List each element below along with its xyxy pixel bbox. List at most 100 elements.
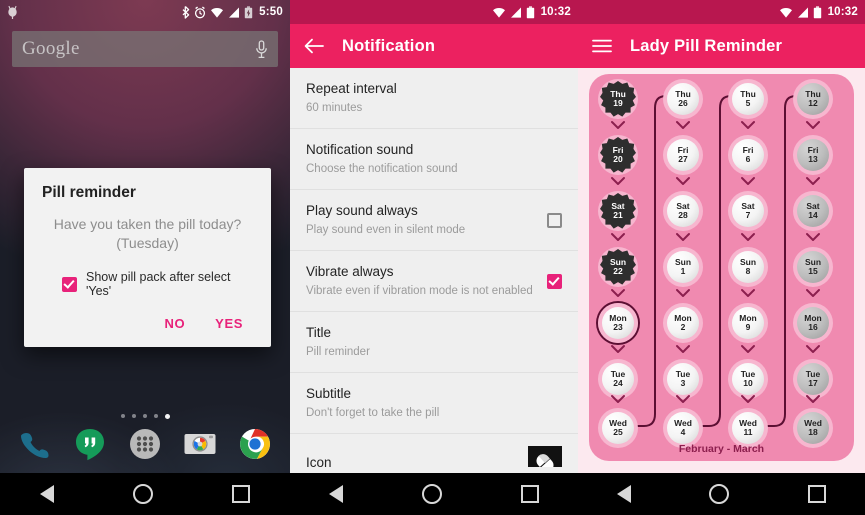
three-phone-screenshot-strip: 5:50 Google Pill reminder Have you taken…	[0, 0, 865, 515]
camera-icon[interactable]	[182, 426, 218, 462]
pill-label: Tue 17	[805, 368, 821, 388]
row-subtitle: Don't forget to take the pill	[306, 407, 440, 419]
back-icon[interactable]	[329, 485, 344, 503]
pill-label: Mon 2	[674, 312, 692, 332]
home-icon[interactable]	[709, 484, 730, 504]
pill-label: Thu 19	[610, 88, 626, 108]
bluetooth-icon	[182, 5, 190, 19]
home-page-indicator	[0, 414, 290, 419]
pill-label: Tue 10	[740, 368, 756, 388]
row-title: Notification sound	[306, 142, 414, 157]
pill-label: Thu 12	[805, 88, 821, 108]
recents-icon[interactable]	[520, 485, 539, 503]
pill-label: Fri 6	[742, 144, 754, 164]
row-title: Vibrate always	[306, 264, 394, 279]
play-sound-always-checkbox[interactable]	[547, 212, 562, 228]
back-icon[interactable]	[39, 485, 54, 503]
notification-app-icon	[8, 5, 17, 19]
back-arrow-icon[interactable]	[304, 38, 324, 54]
hangouts-icon[interactable]	[72, 426, 108, 462]
pill-label: Sat 7	[741, 200, 755, 220]
settings-row-notification-sound[interactable]: Notification sound Choose the notificati…	[290, 129, 578, 190]
pill-grid: Thu 19 Fri 20 Sat 21 Sun 22 Mon 23 Tue 2…	[589, 74, 854, 461]
dialog-no-button[interactable]: NO	[164, 316, 185, 331]
microphone-icon[interactable]	[255, 39, 268, 59]
dialog-yes-button[interactable]: YES	[215, 316, 243, 331]
battery-icon	[526, 5, 534, 18]
battery-charging-icon	[244, 5, 253, 18]
pill-label: Sat 28	[676, 200, 690, 220]
back-icon[interactable]	[617, 485, 632, 503]
pill-label: Mon 16	[804, 312, 822, 332]
notification-icon-preview[interactable]	[528, 446, 562, 467]
pill-pack-card: Thu 19 Fri 20 Sat 21 Sun 22 Mon 23 Tue 2…	[589, 74, 854, 461]
home-icon[interactable]	[421, 484, 442, 504]
pill-label: Sun 15	[804, 256, 822, 276]
pack-month-caption: February - March	[678, 443, 765, 455]
settings-row-subtitle[interactable]: Subtitle Don't forget to take the pill	[290, 373, 578, 434]
row-title: Title	[306, 325, 332, 340]
row-subtitle: Play sound even in silent mode	[306, 224, 466, 236]
page-dot[interactable]	[142, 414, 147, 418]
dialog-title: Pill reminder	[42, 184, 136, 201]
status-bar-home: 5:50	[0, 0, 290, 24]
dialog-actions: NO YES	[42, 302, 253, 339]
page-dot[interactable]	[153, 414, 158, 418]
pill-label: Tue 24	[610, 368, 626, 388]
pill-label: Wed 11	[739, 417, 757, 437]
row-subtitle: Pill reminder	[306, 346, 370, 358]
phone-screen-home: 5:50 Google Pill reminder Have you taken…	[0, 0, 290, 515]
page-dot-active[interactable]	[164, 414, 170, 419]
status-bar-clock: 10:32	[827, 6, 858, 18]
vibrate-always-checkbox[interactable]	[547, 273, 562, 289]
pill-label: Sun 1	[674, 256, 692, 276]
settings-row-icon[interactable]: Icon	[290, 434, 578, 467]
pill-label: Sat 21	[611, 200, 625, 220]
alarm-icon	[195, 5, 206, 18]
recents-icon[interactable]	[807, 485, 826, 503]
pill-label: Mon 9	[739, 312, 757, 332]
settings-row-vibrate-always[interactable]: Vibrate always Vibrate even if vibration…	[290, 251, 578, 312]
recents-icon[interactable]	[232, 485, 251, 503]
pill-reminder-dialog: Pill reminder Have you taken the pill to…	[24, 168, 271, 347]
status-bar-clock: 10:32	[540, 6, 571, 18]
pill-label: Wed 4	[674, 417, 692, 437]
hamburger-menu-icon[interactable]	[592, 39, 612, 53]
settings-row-play-sound-always[interactable]: Play sound always Play sound even in sil…	[290, 190, 578, 251]
status-bar-clock: 5:50	[259, 6, 283, 18]
settings-row-repeat-interval[interactable]: Repeat interval 60 minutes	[290, 68, 578, 129]
wifi-icon	[779, 7, 792, 18]
row-subtitle: 60 minutes	[306, 102, 363, 114]
row-title: Subtitle	[306, 386, 352, 401]
search-widget-text: Google	[22, 38, 80, 59]
page-dot[interactable]	[131, 414, 136, 418]
page-dot[interactable]	[120, 414, 125, 418]
show-pill-pack-checkbox-row[interactable]: Show pill pack after select 'Yes'	[42, 270, 253, 298]
row-title: Repeat interval	[306, 81, 397, 96]
phone-screen-pill-pack: 10:32 Lady Pill Reminder Thu 19 Fri 20 S…	[578, 0, 865, 515]
status-bar-pillpack: 10:32	[578, 0, 865, 24]
show-pill-pack-checkbox[interactable]	[62, 276, 77, 292]
home-icon[interactable]	[132, 484, 153, 504]
navigation-bar-home	[0, 473, 290, 515]
row-title: Icon	[306, 455, 332, 467]
wifi-icon	[492, 7, 505, 18]
chrome-icon[interactable]	[237, 426, 273, 462]
phone-icon[interactable]	[17, 426, 53, 462]
settings-row-title[interactable]: Title Pill reminder	[290, 312, 578, 373]
signal-icon	[797, 7, 808, 18]
settings-list[interactable]: Repeat interval 60 minutes Notification …	[290, 68, 578, 467]
pill-label: Fri 13	[807, 144, 819, 164]
pill-label: Wed 18	[804, 417, 822, 437]
app-bar-pillpack: Lady Pill Reminder	[578, 24, 865, 68]
pill-label: Mon 23	[609, 312, 627, 332]
app-bar-title: Lady Pill Reminder	[630, 36, 783, 55]
signal-icon	[510, 7, 521, 18]
pill-label: Sat 14	[806, 200, 820, 220]
pill-label: Thu 26	[675, 88, 691, 108]
status-bar-settings: 10:32	[290, 0, 578, 24]
google-search-widget[interactable]: Google	[12, 31, 278, 67]
pill-label: Tue 3	[675, 368, 691, 388]
pill-label: Sun 22	[609, 256, 627, 276]
app-drawer-icon[interactable]	[127, 426, 163, 462]
